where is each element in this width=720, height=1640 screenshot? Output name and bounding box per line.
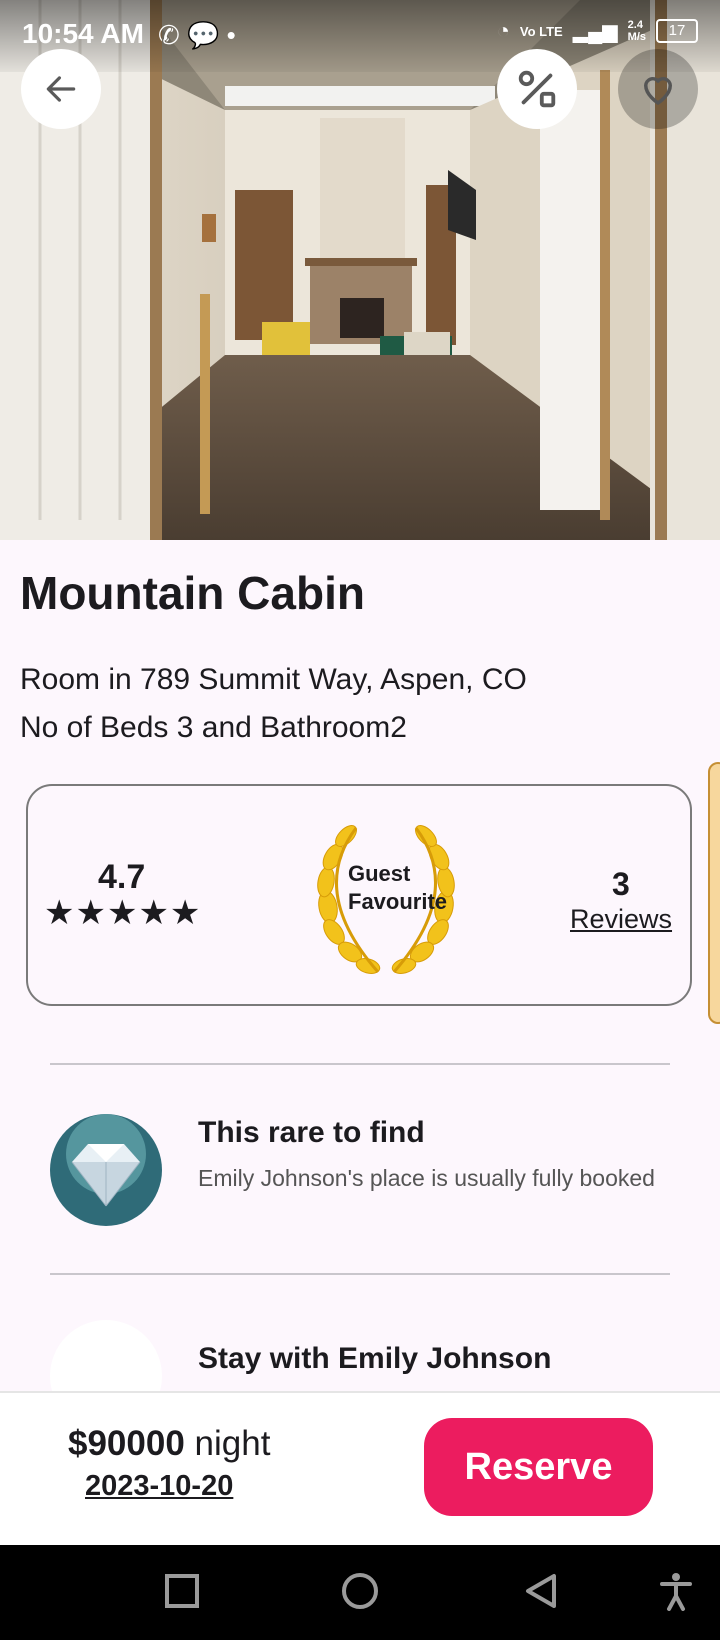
- rating-value: 4.7: [98, 858, 146, 896]
- status-time: 10:54 AM: [22, 18, 144, 49]
- badge-line-2: Favourite: [348, 889, 448, 914]
- reviews-link[interactable]: Reviews: [570, 904, 672, 935]
- status-right: ◔ Vo LTE ▂▄▆ 2.4 M/s 17: [497, 18, 698, 44]
- feature-title-host: Stay with Emily Johnson: [198, 1342, 552, 1375]
- accessibility-icon[interactable]: [656, 1571, 696, 1611]
- volte-label: Vo LTE: [519, 23, 563, 39]
- recents-icon[interactable]: [162, 1571, 202, 1611]
- dot-icon: •: [226, 20, 236, 50]
- reviews-count: 3: [612, 866, 630, 902]
- share-button[interactable]: [497, 49, 577, 129]
- signal-icon: ▂▄▆: [572, 20, 618, 43]
- listing-title: Mountain Cabin: [20, 567, 365, 619]
- battery-icon: 17: [656, 19, 698, 43]
- listing-photo: [0, 0, 720, 540]
- price-per-night: $90000 night: [68, 1424, 270, 1464]
- price-unit: night: [194, 1424, 271, 1463]
- diamond-icon: [50, 1114, 162, 1226]
- guest-favourite-badge: Guest Favourite: [348, 860, 447, 916]
- notification-icons: ✆ 💬 •: [158, 20, 236, 51]
- rating-stars: ★★★★★: [44, 894, 202, 932]
- listing-beds: No of Beds 3 and Bathroom2: [20, 711, 407, 744]
- net-speed: 2.4 M/s: [627, 19, 646, 43]
- heart-icon: [644, 77, 672, 105]
- back-nav-icon[interactable]: [522, 1571, 562, 1611]
- percent-share-icon: [518, 70, 556, 108]
- listing-address: Room in 789 Summit Way, Aspen, CO: [20, 663, 527, 696]
- arrow-left-icon: [46, 76, 76, 102]
- back-button[interactable]: [21, 49, 101, 129]
- side-panel-handle[interactable]: [708, 762, 720, 1024]
- home-icon[interactable]: [340, 1571, 380, 1611]
- wifi-icon: ◔: [496, 18, 510, 43]
- divider: [50, 1273, 670, 1275]
- favorite-button[interactable]: [618, 49, 698, 129]
- divider: [50, 1063, 670, 1065]
- chat-bubble-icon: 💬: [187, 20, 220, 50]
- system-nav-bar: [0, 1545, 720, 1640]
- booking-date[interactable]: 2023-10-20: [85, 1470, 233, 1503]
- whatsapp-icon: ✆: [158, 20, 180, 50]
- price-amount: $90000: [68, 1424, 185, 1463]
- feature-title-rare: This rare to find: [198, 1116, 425, 1149]
- status-bar: 10:54 AM ✆ 💬 • ◔ Vo LTE ▂▄▆ 2.4 M/s 17: [0, 0, 720, 72]
- feature-desc-rare: Emily Johnson's place is usually fully b…: [198, 1165, 655, 1191]
- badge-line-1: Guest: [348, 861, 411, 886]
- reserve-button[interactable]: Reserve: [424, 1418, 653, 1516]
